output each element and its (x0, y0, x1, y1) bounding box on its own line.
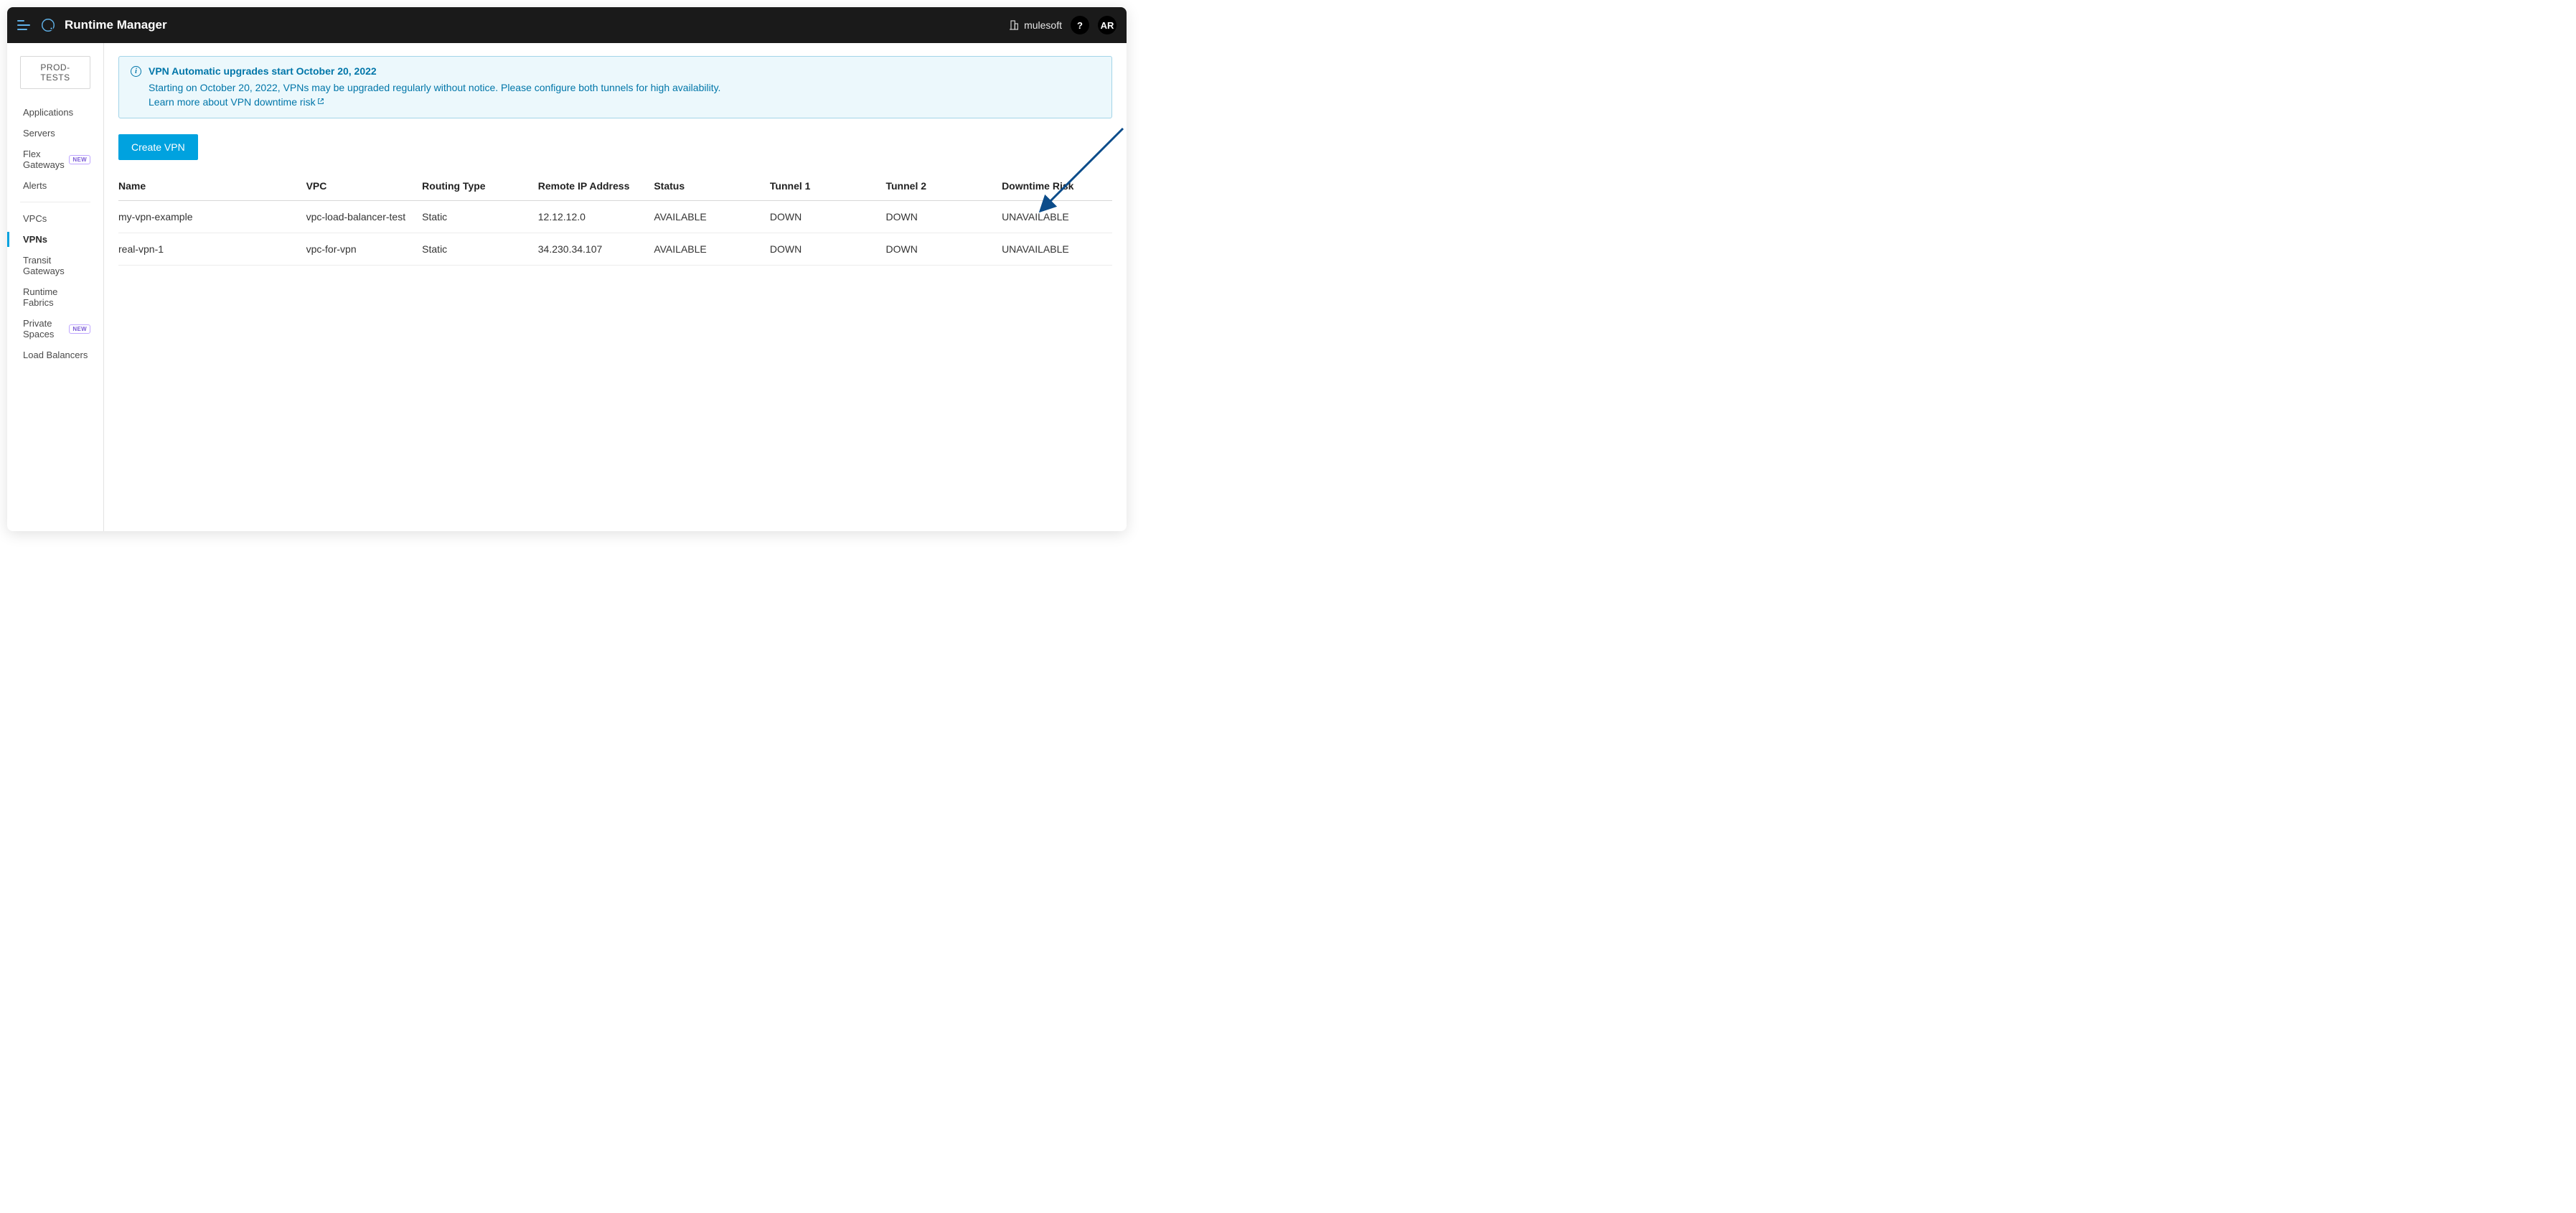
org-switcher[interactable]: mulesoft (1008, 19, 1062, 31)
cell-routing-type: Static (422, 233, 538, 266)
external-link-icon (317, 98, 324, 105)
cell-downtime-risk: UNAVAILABLE (1002, 233, 1112, 266)
menu-icon[interactable] (17, 20, 30, 30)
sidebar-item-label: Alerts (23, 180, 47, 191)
main-content: i VPN Automatic upgrades start October 2… (104, 43, 1127, 531)
column-header-tunnel1[interactable]: Tunnel 1 (770, 173, 886, 201)
sidebar-item-alerts[interactable]: Alerts (7, 175, 103, 196)
sidebar-item-label: Servers (23, 128, 55, 139)
info-banner-body: Starting on October 20, 2022, VPNs may b… (149, 82, 720, 93)
info-banner-link[interactable]: Learn more about VPN downtime risk (149, 96, 324, 108)
cell-name: my-vpn-example (118, 201, 306, 233)
user-avatar[interactable]: AR (1098, 16, 1117, 34)
new-badge: NEW (69, 324, 90, 334)
sidebar-item-servers[interactable]: Servers (7, 123, 103, 144)
sidebar-item-label: Runtime Fabrics (23, 286, 90, 308)
info-banner: i VPN Automatic upgrades start October 2… (118, 56, 1112, 118)
info-icon: i (131, 66, 141, 77)
info-banner-title: VPN Automatic upgrades start October 20,… (149, 65, 377, 77)
environment-selector[interactable]: PROD-TESTS (20, 56, 90, 89)
sidebar-item-load-balancers[interactable]: Load Balancers (7, 345, 103, 365)
cell-status: AVAILABLE (654, 201, 770, 233)
org-name: mulesoft (1024, 19, 1062, 31)
cell-tunnel1: DOWN (770, 233, 886, 266)
sidebar-item-transit-gateways[interactable]: Transit Gateways (7, 250, 103, 281)
column-header-remote-ip[interactable]: Remote IP Address (538, 173, 654, 201)
cell-downtime-risk: UNAVAILABLE (1002, 201, 1112, 233)
cell-tunnel2: DOWN (885, 233, 1002, 266)
sidebar-item-vpns[interactable]: VPNs (7, 229, 103, 250)
vpn-table: Name VPC Routing Type Remote IP Address … (118, 173, 1112, 266)
cell-vpc: vpc-for-vpn (306, 233, 423, 266)
sidebar-item-label: VPCs (23, 213, 47, 224)
sidebar-item-runtime-fabrics[interactable]: Runtime Fabrics (7, 281, 103, 313)
column-header-status[interactable]: Status (654, 173, 770, 201)
cell-name: real-vpn-1 (118, 233, 306, 266)
cell-vpc: vpc-load-balancer-test (306, 201, 423, 233)
column-header-tunnel2[interactable]: Tunnel 2 (885, 173, 1002, 201)
org-icon (1008, 19, 1020, 31)
cell-tunnel2: DOWN (885, 201, 1002, 233)
sidebar-item-private-spaces[interactable]: Private Spaces NEW (7, 313, 103, 345)
sidebar-item-label: Private Spaces (23, 318, 65, 339)
cell-routing-type: Static (422, 201, 538, 233)
cell-tunnel1: DOWN (770, 201, 886, 233)
column-header-name[interactable]: Name (118, 173, 306, 201)
column-header-downtime-risk[interactable]: Downtime Risk (1002, 173, 1112, 201)
cell-status: AVAILABLE (654, 233, 770, 266)
table-row[interactable]: real-vpn-1 vpc-for-vpn Static 34.230.34.… (118, 233, 1112, 266)
sidebar-item-label: Flex Gateways (23, 149, 65, 170)
sidebar-item-label: VPNs (23, 234, 47, 245)
topbar: Runtime Manager mulesoft ? AR (7, 7, 1127, 43)
cell-remote-ip: 34.230.34.107 (538, 233, 654, 266)
runtime-manager-icon (40, 17, 56, 33)
sidebar-item-applications[interactable]: Applications (7, 102, 103, 123)
sidebar-item-label: Applications (23, 107, 73, 118)
column-header-routing-type[interactable]: Routing Type (422, 173, 538, 201)
sidebar: PROD-TESTS Applications Servers Flex Gat… (7, 43, 104, 531)
column-header-vpc[interactable]: VPC (306, 173, 423, 201)
table-row[interactable]: my-vpn-example vpc-load-balancer-test St… (118, 201, 1112, 233)
new-badge: NEW (69, 155, 90, 164)
create-vpn-button[interactable]: Create VPN (118, 134, 198, 160)
sidebar-item-flex-gateways[interactable]: Flex Gateways NEW (7, 144, 103, 175)
cell-remote-ip: 12.12.12.0 (538, 201, 654, 233)
sidebar-item-label: Transit Gateways (23, 255, 90, 276)
app-title: Runtime Manager (65, 18, 167, 32)
sidebar-item-vpcs[interactable]: VPCs (7, 208, 103, 229)
sidebar-item-label: Load Balancers (23, 350, 88, 360)
help-button[interactable]: ? (1071, 16, 1089, 34)
